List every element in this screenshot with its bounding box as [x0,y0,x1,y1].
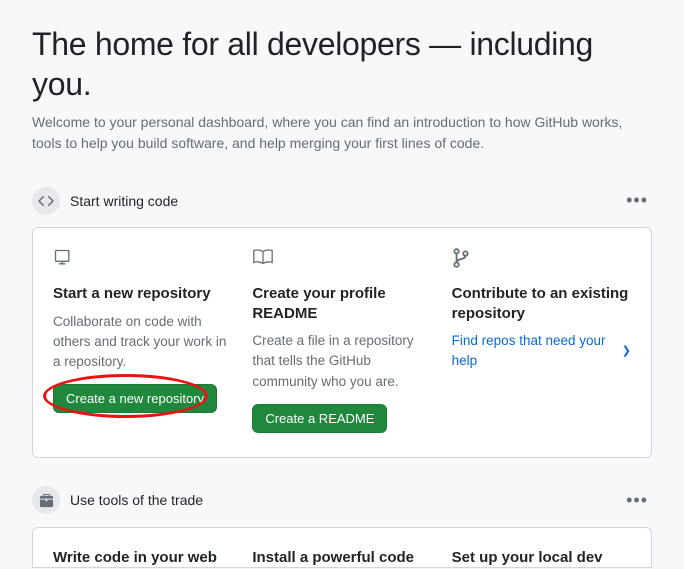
card-web-code: Write code in your web [53,548,232,568]
branch-icon [452,248,631,270]
card-title: Create your profile README [252,284,431,323]
card-title: Set up your local dev [452,548,631,568]
section-header-tools: Use tools of the trade ••• [32,486,652,515]
card-title: Contribute to an existing repository [452,284,631,323]
code-icon [32,187,60,215]
card-contribute: Contribute to an existing repository Fin… [452,248,631,433]
page-subtitle: Welcome to your personal dashboard, wher… [32,112,652,154]
section-menu-button[interactable]: ••• [622,186,652,215]
panel-code: Start a new repository Collaborate on co… [32,227,652,458]
create-repo-button[interactable]: Create a new repository [53,384,217,413]
section-header-code: Start writing code ••• [32,186,652,215]
panel-tools: Write code in your web Install a powerfu… [32,527,652,569]
repo-icon [53,248,232,270]
find-repos-link[interactable]: Find repos that need your help ❯ [452,331,631,372]
card-install-code: Install a powerful code [252,548,431,568]
link-text: Find repos that need your help [452,331,618,372]
card-local-dev: Set up your local dev [452,548,631,568]
card-desc: Create a file in a repository that tells… [252,331,431,392]
section-menu-button[interactable]: ••• [622,486,652,515]
card-title: Install a powerful code [252,548,431,568]
create-readme-button[interactable]: Create a README [252,404,387,433]
section-title: Start writing code [70,193,178,209]
tools-icon [32,486,60,514]
page-title: The home for all developers — including … [32,24,652,104]
book-icon [252,248,431,270]
card-new-repo: Start a new repository Collaborate on co… [53,248,232,433]
card-readme: Create your profile README Create a file… [252,248,431,433]
card-desc: Collaborate on code with others and trac… [53,312,232,373]
chevron-right-icon: ❯ [622,343,631,360]
card-title: Write code in your web [53,548,232,568]
section-title: Use tools of the trade [70,492,203,508]
card-title: Start a new repository [53,284,232,304]
